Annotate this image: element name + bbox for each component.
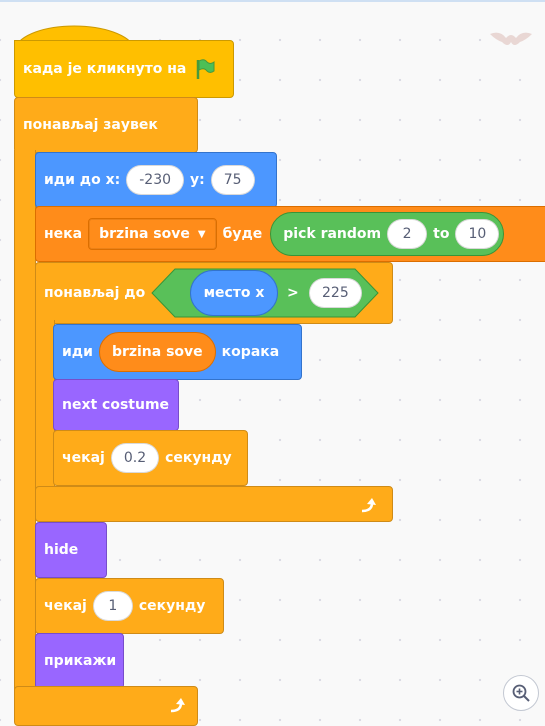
hide-block[interactable]: hide: [35, 522, 107, 578]
compare-value-input[interactable]: 225: [309, 278, 362, 308]
forever-bottom: [14, 686, 198, 726]
wait-inner-prefix: чекај: [62, 450, 105, 466]
wait-inner-suffix: секунду: [165, 450, 232, 466]
loop-arrow-icon: [170, 698, 185, 713]
repeat-until-bottom: [35, 486, 393, 522]
pick-random-reporter[interactable]: pick random 2 to 10: [270, 212, 505, 256]
speed-variable-reporter[interactable]: brzina sove: [98, 332, 216, 372]
loop-arrow-icon: [361, 498, 376, 513]
move-suffix: корака: [221, 344, 280, 360]
hide-label: hide: [44, 542, 79, 558]
zoom-in-button[interactable]: [503, 675, 539, 711]
y-input[interactable]: 75: [210, 165, 255, 195]
repeat-until-arm: [35, 320, 55, 490]
forever-arm: [14, 150, 36, 690]
forever-block[interactable]: понављај заувек: [14, 97, 198, 153]
wait-inner-input[interactable]: 0.2: [110, 443, 160, 473]
variable-name: brzina sove: [99, 226, 190, 242]
show-block[interactable]: прикажи: [35, 633, 124, 689]
set-middle: буде: [222, 226, 263, 242]
wait-outer-input[interactable]: 1: [92, 591, 133, 621]
x-input[interactable]: -230: [126, 165, 185, 195]
variable-dropdown[interactable]: brzina sove ▼: [88, 218, 217, 250]
goto-prefix: иди до x:: [44, 172, 121, 188]
next-costume-block[interactable]: next costume: [53, 379, 179, 431]
goto-y-label: y:: [190, 172, 205, 188]
green-flag-icon: [197, 59, 215, 79]
wait-outer-suffix: секунду: [138, 598, 206, 614]
next-costume-label: next costume: [62, 397, 170, 413]
bat-sprite-icon: [490, 32, 532, 45]
x-position-reporter[interactable]: место x: [190, 270, 278, 316]
move-steps-block[interactable]: иди brzina sove корака: [53, 324, 302, 380]
when-flag-clicked-block[interactable]: када је кликнуто на: [14, 40, 234, 98]
zoom-in-icon: [512, 684, 530, 702]
set-variable-block[interactable]: нека brzina sove ▼ буде pick random 2 to…: [35, 206, 545, 262]
pick-random-label: pick random: [283, 226, 382, 242]
workspace-top-border: [0, 0, 545, 2]
wait-inner-block[interactable]: чекај 0.2 секунду: [53, 430, 248, 486]
random-to-label: to: [433, 226, 450, 242]
dropdown-arrow-icon: ▼: [197, 228, 206, 240]
wait-outer-block[interactable]: чекај 1 секунду: [35, 578, 224, 634]
repeat-until-label: понављај до: [44, 285, 146, 301]
go-to-xy-block[interactable]: иди до x: -230 y: 75: [35, 152, 277, 208]
random-to-input[interactable]: 10: [455, 219, 500, 249]
move-prefix: иди: [62, 344, 93, 360]
show-label: прикажи: [44, 653, 117, 669]
x-position-label: место x: [203, 285, 265, 301]
wait-outer-prefix: чекај: [44, 598, 87, 614]
speed-variable-label: brzina sove: [111, 344, 203, 360]
set-prefix: нека: [44, 226, 83, 242]
forever-label: понављај заувек: [23, 117, 158, 133]
event-label: када је кликнуто на: [23, 61, 187, 77]
random-from-input[interactable]: 2: [387, 219, 428, 249]
operator-symbol: >: [287, 285, 299, 301]
